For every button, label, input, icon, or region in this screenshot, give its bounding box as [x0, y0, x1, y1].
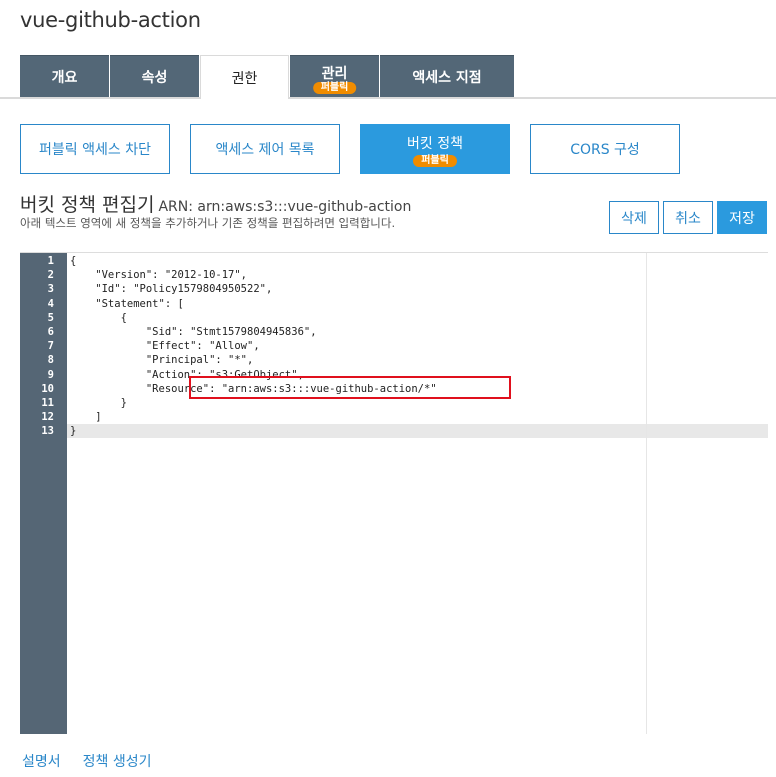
tab-label: 개요: [51, 69, 78, 86]
footer-links: 설명서 정책 생성기: [22, 751, 174, 771]
subtab-label: 퍼블릭 액세스 차단: [39, 142, 151, 158]
line-number: 13: [41, 425, 54, 438]
code-line[interactable]: "Sid": "Stmt1579804945836",: [67, 325, 768, 339]
code-line[interactable]: "Statement": [: [67, 297, 768, 311]
resource-highlight-annotation: [189, 376, 511, 399]
line-number: 11: [41, 396, 54, 409]
public-badge: 퍼블릭: [413, 155, 457, 167]
tab-label: 관리: [321, 65, 348, 82]
line-number: 2: [47, 269, 54, 282]
subtab-label: 버킷 정책: [407, 136, 463, 152]
editor-heading: 버킷 정책 편집기 ARN: arn:aws:s3:::vue-github-ac…: [20, 190, 411, 217]
tab-label: 권한: [231, 70, 258, 87]
tab-permissions[interactable]: 권한: [200, 55, 289, 99]
documentation-link[interactable]: 설명서: [22, 751, 61, 771]
save-button[interactable]: 저장: [717, 201, 767, 234]
tab-label: 속성: [141, 69, 168, 86]
line-number: 8: [47, 354, 54, 367]
line-number: 12: [41, 411, 54, 424]
code-line[interactable]: "Principal": "*",: [67, 353, 768, 367]
main-tabs: 개요 속성 권한 관리 퍼블릭 액세스 지점: [20, 55, 515, 99]
tab-properties[interactable]: 속성: [110, 55, 199, 97]
bucket-name: vue-github-action: [20, 8, 201, 32]
subtab-bucket-policy[interactable]: 버킷 정책퍼블릭: [360, 124, 510, 174]
code-area[interactable]: { "Version": "2012-10-17", "Id": "Policy…: [67, 253, 768, 734]
line-number: 1: [47, 255, 54, 267]
line-number-gutter: 1 2 3 4 5 6 7 8 9 10 11 12 13: [20, 253, 67, 734]
policy-code-editor[interactable]: 1 2 3 4 5 6 7 8 9 10 11 12 13 { "Version…: [20, 252, 768, 734]
code-line[interactable]: "Id": "Policy1579804950522",: [67, 282, 768, 296]
tab-access-points[interactable]: 액세스 지점: [380, 55, 514, 97]
line-number: 3: [47, 283, 54, 296]
cancel-button[interactable]: 취소: [663, 201, 713, 234]
line-number: 9: [47, 368, 54, 381]
code-line[interactable]: {: [67, 254, 768, 268]
subtab-label: 액세스 제어 목록: [215, 142, 315, 158]
code-line-active[interactable]: }: [67, 424, 768, 439]
subtab-label: CORS 구성: [570, 142, 640, 158]
code-line[interactable]: "Version": "2012-10-17",: [67, 268, 768, 282]
line-number: 10: [41, 382, 54, 395]
tab-divider: [0, 97, 776, 99]
line-number: 5: [47, 311, 54, 324]
line-number: 6: [47, 325, 54, 338]
line-number: 4: [47, 297, 54, 310]
editor-title: 버킷 정책 편집기: [20, 194, 155, 216]
tab-overview[interactable]: 개요: [20, 55, 109, 97]
permission-subtabs: 퍼블릭 액세스 차단 액세스 제어 목록 버킷 정책퍼블릭 CORS 구성: [20, 124, 700, 174]
code-line[interactable]: ]: [67, 410, 768, 424]
tab-label: 액세스 지점: [412, 69, 482, 86]
line-number: 7: [47, 340, 54, 353]
policy-generator-link[interactable]: 정책 생성기: [83, 751, 152, 771]
public-badge: 퍼블릭: [312, 82, 357, 94]
bucket-arn: ARN: arn:aws:s3:::vue-github-action: [158, 199, 412, 215]
delete-button[interactable]: 삭제: [609, 201, 659, 234]
tab-management[interactable]: 관리 퍼블릭: [290, 55, 379, 97]
code-line[interactable]: {: [67, 311, 768, 325]
subtab-access-control-list[interactable]: 액세스 제어 목록: [190, 124, 340, 174]
code-line[interactable]: "Effect": "Allow",: [67, 339, 768, 353]
subtab-block-public-access[interactable]: 퍼블릭 액세스 차단: [20, 124, 170, 174]
print-margin: [646, 253, 647, 734]
editor-description: 아래 텍스트 영역에 새 정책을 추가하거나 기존 정책을 편집하려면 입력합니…: [20, 216, 396, 230]
subtab-cors-configuration[interactable]: CORS 구성: [530, 124, 680, 174]
